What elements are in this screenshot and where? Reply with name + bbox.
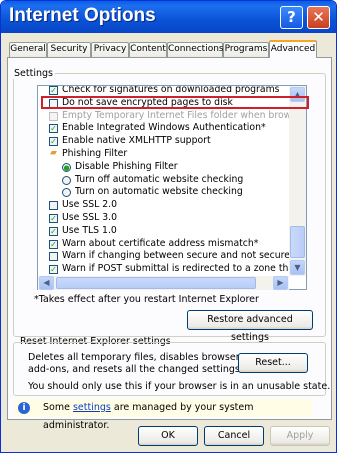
setting-row[interactable]: ✓ Check for signatures on downloaded prog… (38, 85, 290, 97)
setting-label: Phishing Filter (62, 147, 128, 159)
tab-general[interactable]: General (9, 42, 47, 57)
setting-row[interactable]: Empty Temporary Internet Files folder wh… (38, 110, 290, 123)
checkbox-checked[interactable]: ✓ (49, 226, 58, 236)
checkbox-unchecked[interactable] (49, 98, 58, 108)
reset-description-line2: add-ons, and resets all the changed sett… (28, 364, 243, 375)
tab-content[interactable]: Content (129, 42, 167, 57)
setting-row[interactable]: Turn on automatic website checking (38, 186, 290, 199)
vertical-scroll-thumb[interactable] (290, 226, 305, 258)
setting-label: Enable native XMLHTTP support (62, 135, 211, 147)
setting-row[interactable]: ✓ Warn about certificate address mismatch… (38, 238, 290, 251)
setting-row[interactable]: Do not save encrypted pages to disk (38, 97, 290, 110)
cancel-button[interactable]: Cancel (204, 426, 264, 446)
info-prefix: Some (43, 402, 73, 413)
setting-label: Use SSL 3.0 (62, 211, 118, 223)
tab-privacy[interactable]: Privacy (91, 42, 129, 57)
settings-list[interactable]: ✓ Check for signatures on downloaded prog… (37, 85, 307, 290)
checkbox-checked[interactable]: ✓ (49, 213, 58, 223)
scroll-left-button[interactable]: ◀ (39, 276, 54, 290)
restart-note: *Takes effect after you restart Internet… (34, 294, 259, 305)
scroll-right-button[interactable]: ▶ (273, 276, 288, 290)
setting-label: Use SSL 2.0 (62, 199, 118, 211)
reset-warning: You should only use this if your browser… (28, 381, 331, 392)
reset-description-line1: Deletes all temporary files, disables br… (28, 352, 240, 363)
setting-row[interactable]: ✓ Enable native XMLHTTP support (38, 135, 290, 148)
setting-label: Enable Integrated Windows Authentication… (62, 122, 266, 134)
checkbox-checked[interactable]: ✓ (49, 86, 58, 95)
tab-security[interactable]: Security (47, 42, 91, 57)
checkbox-disabled[interactable] (49, 111, 58, 121)
managed-settings-info-bar: i Some settings are managed by your syst… (14, 399, 312, 431)
close-icon: ✕ (312, 8, 325, 26)
setting-label: Check for signatures on downloaded progr… (62, 85, 280, 95)
vertical-scrollbar[interactable]: ▲ ▼ (289, 86, 306, 276)
ok-button[interactable]: OK (138, 426, 198, 446)
tab-advanced[interactable]: Advanced (269, 40, 317, 58)
arrow-up-icon: ▲ (294, 90, 301, 99)
settings-group-label: Settings (12, 68, 55, 79)
checkbox-checked[interactable]: ✓ (49, 124, 58, 134)
setting-label: Empty Temporary Internet Files folder wh… (62, 109, 290, 121)
setting-label: Warn if POST submittal is redirected to … (62, 263, 290, 275)
internet-options-window: Internet Options ? ✕ General Security Pr… (0, 0, 337, 453)
help-button[interactable]: ? (280, 6, 303, 29)
scroll-up-button[interactable]: ▲ (290, 87, 305, 102)
checkbox-unchecked[interactable] (49, 201, 58, 211)
info-icon: i (18, 402, 30, 414)
reset-button[interactable]: Reset... (238, 353, 308, 373)
folder-icon: ▰ (50, 147, 57, 158)
apply-button[interactable]: Apply (270, 426, 330, 446)
radio-selected[interactable]: ● (62, 162, 71, 172)
setting-row[interactable]: Use SSL 2.0 (38, 199, 290, 212)
radio-unselected[interactable] (62, 188, 71, 198)
settings-link[interactable]: settings (73, 402, 111, 413)
scroll-down-button[interactable]: ▼ (290, 260, 305, 275)
setting-label: Turn off automatic website checking (75, 173, 244, 185)
radio-unselected[interactable] (62, 175, 71, 185)
close-button[interactable]: ✕ (307, 6, 330, 29)
setting-row[interactable]: Turn off automatic website checking (38, 174, 290, 187)
setting-label: Warn if changing between secure and not … (62, 250, 290, 262)
horizontal-scroll-thumb[interactable] (56, 277, 256, 289)
arrow-down-icon: ▼ (294, 263, 301, 272)
setting-label: Turn on automatic website checking (75, 186, 243, 198)
question-mark-icon: ? (287, 8, 296, 26)
setting-row[interactable]: ● Disable Phishing Filter (38, 161, 290, 174)
horizontal-scrollbar[interactable]: ◀ ▶ (38, 276, 289, 290)
checkbox-checked[interactable]: ✓ (49, 239, 58, 249)
setting-row[interactable]: ✓ Use SSL 3.0 (38, 212, 290, 225)
settings-list-content: ✓ Check for signatures on downloaded prog… (38, 85, 290, 276)
window-title: Internet Options (9, 5, 156, 26)
setting-row: ▰ Phishing Filter (38, 148, 290, 161)
setting-label: Do not save encrypted pages to disk (62, 96, 233, 108)
tab-connections[interactable]: Connections (167, 42, 224, 57)
setting-row[interactable]: ✓ Use TLS 1.0 (38, 225, 290, 238)
title-bar[interactable]: Internet Options ? ✕ (1, 1, 336, 33)
setting-label: Use TLS 1.0 (62, 224, 117, 236)
checkbox-checked[interactable]: ✓ (49, 137, 58, 147)
setting-row[interactable]: ✓ Warn if POST submittal is redirected to… (38, 263, 290, 276)
arrow-left-icon: ◀ (43, 278, 50, 287)
tab-strip: General Security Privacy Content Connect… (7, 40, 332, 58)
setting-label: Warn about certificate address mismatch* (62, 237, 259, 249)
checkbox-unchecked[interactable] (49, 252, 58, 262)
tab-programs[interactable]: Programs (223, 42, 269, 57)
arrow-right-icon: ▶ (277, 278, 284, 287)
restore-advanced-settings-button[interactable]: Restore advanced settings (187, 310, 313, 343)
setting-label: Disable Phishing Filter (75, 160, 178, 172)
setting-row[interactable]: Warn if changing between secure and not … (38, 250, 290, 263)
setting-row[interactable]: ✓ Enable Integrated Windows Authenticatio… (38, 122, 290, 135)
checkbox-checked[interactable]: ✓ (49, 265, 58, 275)
